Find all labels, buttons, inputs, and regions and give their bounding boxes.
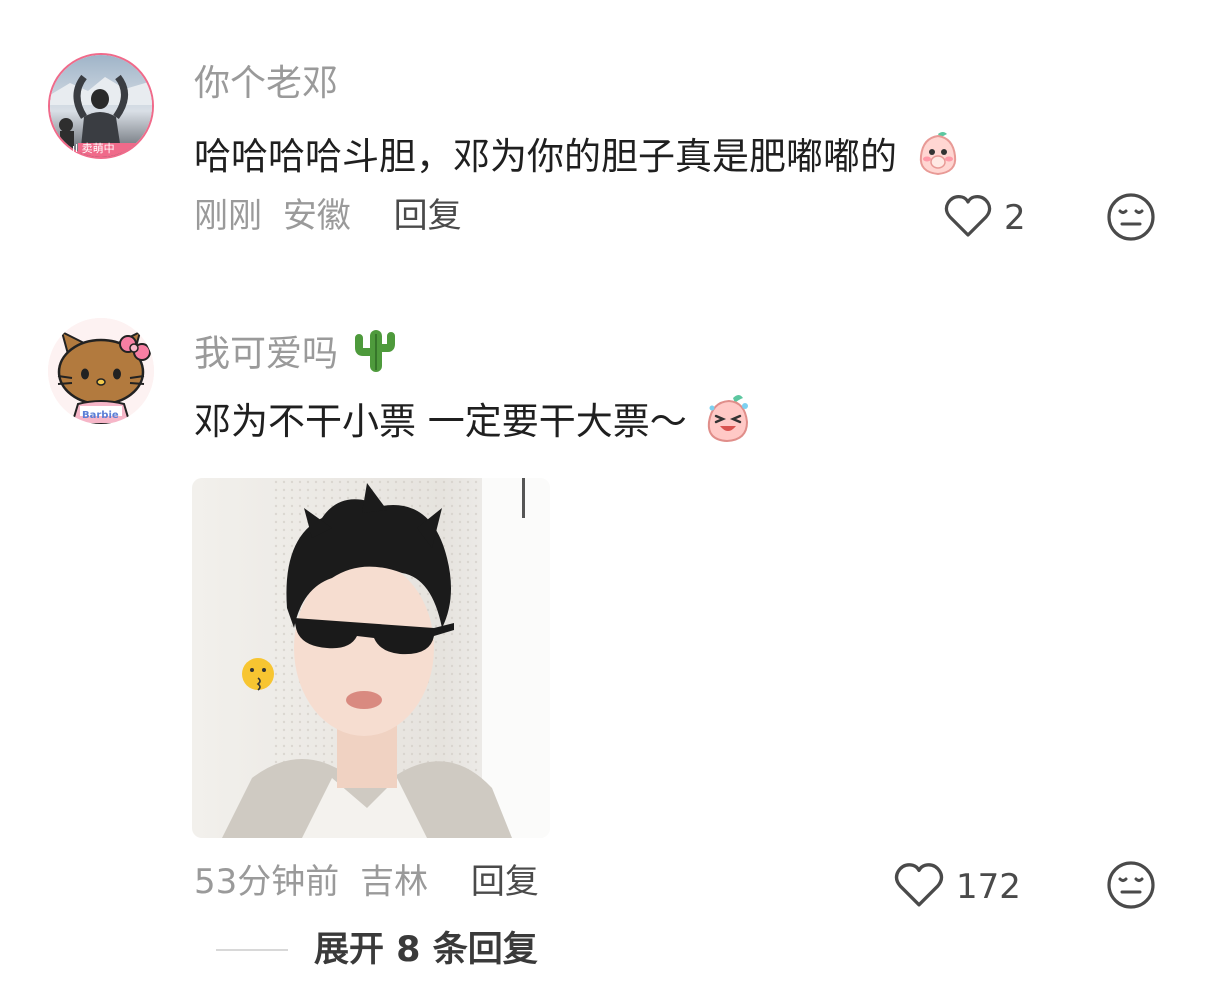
comment-meta: 刚刚 安徽 回复 — [194, 194, 462, 238]
comment-username[interactable]: 我可爱吗 — [194, 334, 338, 375]
like-count: 2 — [1004, 198, 1026, 238]
avatar[interactable] — [48, 318, 154, 424]
cactus-icon — [353, 326, 397, 385]
comment-text-row: 邓为不干小票 一定要干大票～ — [194, 392, 753, 455]
comment-text-row: 哈哈哈哈斗胆，邓为你的胆子真是肥嘟嘟的 — [194, 128, 963, 189]
divider — [216, 949, 288, 951]
heart-outline-icon — [944, 194, 992, 242]
heart-outline-icon — [894, 862, 944, 912]
comment-username[interactable]: 你个老邓 — [194, 62, 338, 106]
expand-replies-label: 展开 8 条回复 — [314, 930, 538, 970]
dislike-button[interactable] — [1106, 860, 1156, 910]
peach-sticker-icon — [913, 128, 963, 189]
comment-image[interactable] — [192, 478, 550, 838]
comment-username-row: 我可爱吗 — [194, 326, 397, 385]
comment-time: 刚刚 — [194, 196, 262, 236]
dislike-button[interactable] — [1106, 192, 1156, 242]
expand-replies-button[interactable]: 展开 8 条回复 — [216, 928, 538, 972]
avatar-badge: ıl 卖萌中 — [72, 142, 115, 155]
reply-button[interactable]: 回复 — [394, 196, 462, 236]
comment-meta: 53分钟前 吉林 回复 — [194, 860, 539, 904]
comment-location: 吉林 — [360, 862, 429, 902]
like-button[interactable]: 172 — [894, 862, 1021, 912]
avatar-badge: Barbie — [82, 410, 119, 421]
expressionless-face-icon — [1107, 861, 1155, 909]
expressionless-face-icon — [1107, 193, 1155, 241]
comment-list: ıl 卖萌中 你个老邓 哈哈哈哈斗胆，邓为你的胆子真是肥嘟嘟的 刚刚 安徽 回复 — [0, 0, 1206, 1005]
like-count: 172 — [956, 867, 1021, 907]
comment-text: 邓为不干小票 一定要干大票～ — [194, 400, 687, 443]
peach-sticker-icon — [703, 392, 753, 455]
comment-time: 53分钟前 — [194, 862, 340, 902]
like-button[interactable]: 2 — [944, 194, 1026, 242]
reply-button[interactable]: 回复 — [471, 862, 539, 902]
comment-text: 哈哈哈哈斗胆，邓为你的胆子真是肥嘟嘟的 — [194, 135, 897, 178]
comment-location: 安徽 — [282, 196, 351, 236]
